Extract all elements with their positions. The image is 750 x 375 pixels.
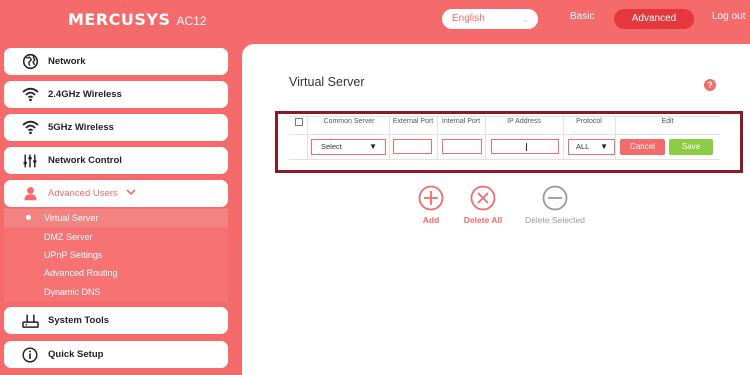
globe-icon [20, 52, 40, 72]
x-circle-icon [470, 185, 496, 211]
sidebar-item-system-tools[interactable]: System Tools [4, 307, 228, 334]
logout-link[interactable]: Log out [712, 11, 745, 22]
sidebar-item-24ghz-wireless[interactable]: 2.4GHz Wireless [4, 81, 228, 108]
submenu-item-dynamic-dns[interactable]: Dynamic DNS [44, 287, 101, 297]
submenu-item-dmz-server[interactable]: DMZ Server [44, 232, 93, 242]
brand-name: MERCUSYS [68, 10, 171, 29]
minus-circle-icon [542, 185, 568, 211]
sidebar-item-label: Quick Setup [48, 349, 104, 360]
delete-selected-label: Delete Selected [524, 215, 585, 225]
chevron-down-icon: ⌄ [521, 14, 529, 24]
user-icon [20, 184, 40, 204]
language-select[interactable]: English ⌄ [442, 9, 538, 29]
brand-logo: MERCUSYS AC12 [68, 10, 207, 29]
active-dot-icon [26, 215, 31, 220]
sidebar-item-quick-setup[interactable]: Quick Setup [4, 341, 228, 368]
sidebar-item-label: 2.4GHz Wireless [48, 89, 122, 100]
delete-all-label: Delete All [463, 215, 503, 225]
wifi-icon [20, 85, 40, 105]
model-name: AC12 [176, 14, 207, 28]
chevron-down-icon [126, 188, 136, 199]
delete-all-button[interactable]: Delete All [443, 185, 523, 225]
sidebar-item-5ghz-wireless[interactable]: 5GHz Wireless [4, 114, 228, 141]
submenu-active-highlight [4, 209, 228, 227]
sidebar-item-label: Advanced Users [48, 188, 118, 199]
delete-selected-button[interactable]: Delete Selected [515, 185, 595, 225]
nav-basic-link[interactable]: Basic [570, 11, 594, 22]
help-icon[interactable]: ? [704, 79, 716, 91]
tools-icon [20, 311, 40, 331]
nav-advanced-button[interactable]: Advanced [614, 9, 694, 29]
sliders-icon [20, 151, 40, 171]
sidebar-item-label: System Tools [48, 315, 110, 326]
sidebar-item-network[interactable]: Network [4, 48, 228, 75]
plus-circle-icon [418, 185, 444, 211]
wifi-icon [20, 118, 40, 138]
page-title: Virtual Server [289, 75, 365, 89]
sidebar-item-advanced-users[interactable]: Advanced Users [4, 180, 228, 207]
submenu-item-virtual-server[interactable]: Virtual Server [44, 213, 98, 223]
sidebar-item-network-control[interactable]: Network Control [4, 147, 228, 174]
language-value: English [452, 13, 485, 24]
highlight-annotation-box [275, 111, 743, 173]
sidebar-item-label: 5GHz Wireless [48, 122, 114, 133]
info-icon [20, 345, 40, 365]
sidebar-item-label: Network [48, 56, 86, 67]
submenu-item-upnp-settings[interactable]: UPnP Settings [44, 250, 102, 260]
top-header: MERCUSYS AC12 English ⌄ Basic Advanced L… [0, 0, 750, 40]
submenu-item-advanced-routing[interactable]: Advanced Routing [44, 268, 118, 278]
sidebar-item-label: Network Control [48, 155, 122, 166]
